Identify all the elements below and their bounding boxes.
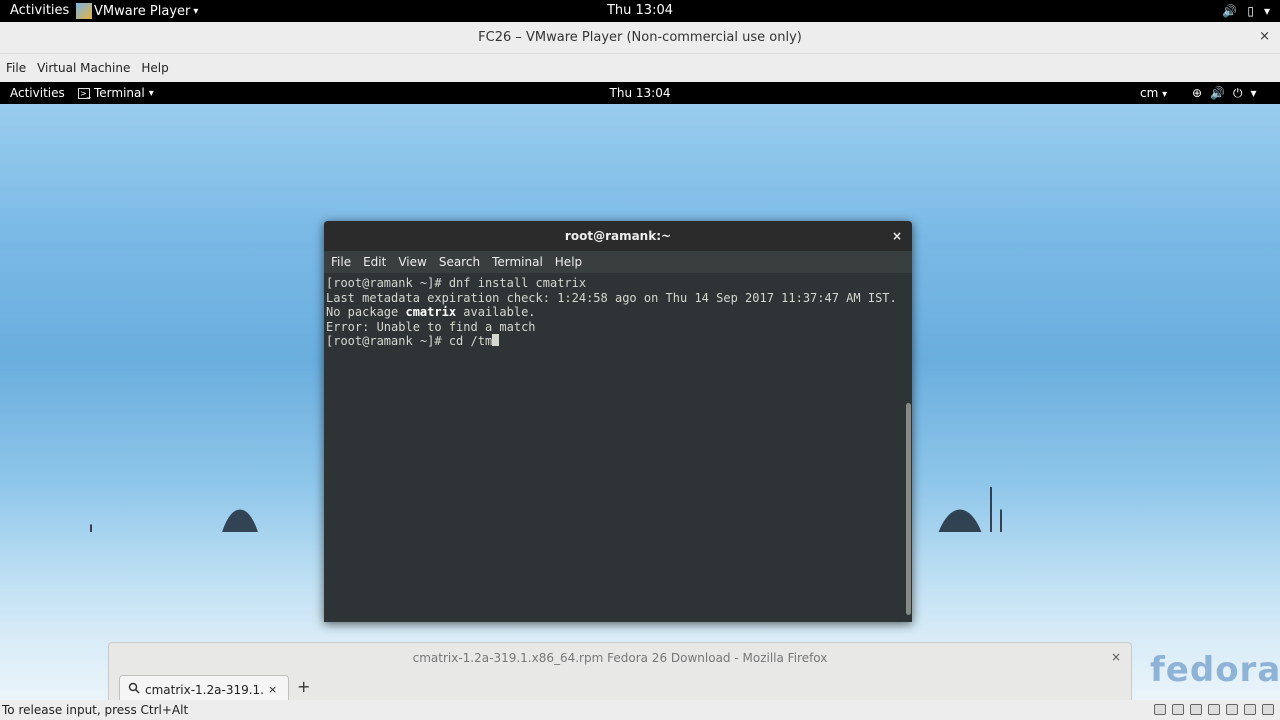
terminal-text-bold: cmatrix bbox=[405, 305, 457, 319]
vm-status-message: To release input, press Ctrl+Alt bbox=[2, 703, 189, 717]
display-icon[interactable] bbox=[1262, 704, 1274, 715]
power-icon: ⏻ bbox=[1233, 85, 1243, 100]
terminal-line: Last metadata expiration check: 1:24:58 … bbox=[326, 290, 897, 305]
fedora-logo: fedora bbox=[1150, 650, 1280, 690]
guest-input-method-label: cm bbox=[1140, 86, 1159, 100]
vm-window-titlebar: FC26 – VMware Player (Non-commercial use… bbox=[0, 22, 1280, 54]
guest-desktop[interactable]: Activities >_ Terminal ▾ Thu 13:04 cm ▾ … bbox=[0, 82, 1280, 700]
host-system-tray[interactable]: 🔊 ▯ ▾ bbox=[1222, 0, 1270, 22]
terminal-menu-file[interactable]: File bbox=[331, 255, 351, 269]
guest-input-method[interactable]: cm ▾ bbox=[1140, 86, 1167, 100]
guest-system-tray[interactable]: ⊕ 🔊 ⏻ ▾ bbox=[1192, 82, 1257, 104]
firefox-window[interactable]: cmatrix-1.2a-319.1.x86_64.rpm Fedora 26 … bbox=[108, 642, 1132, 700]
guest-topbar: Activities >_ Terminal ▾ Thu 13:04 cm ▾ … bbox=[0, 82, 1280, 104]
firefox-close-button[interactable]: × bbox=[1111, 650, 1121, 664]
terminal-text: available. bbox=[456, 305, 536, 319]
vm-menubar: File Virtual Machine Help bbox=[0, 54, 1280, 82]
vm-close-button[interactable]: × bbox=[1259, 29, 1270, 44]
terminal-scrollbar[interactable] bbox=[904, 273, 912, 622]
terminal-menu-view[interactable]: View bbox=[398, 255, 426, 269]
host-clock[interactable]: Thu 13:04 bbox=[0, 3, 1280, 18]
terminal-menubar: File Edit View Search Terminal Help bbox=[324, 251, 912, 273]
terminal-window[interactable]: root@ramank:~ × File Edit View Search Te… bbox=[324, 221, 912, 622]
terminal-close-button[interactable]: × bbox=[892, 221, 902, 251]
volume-icon: 🔊 bbox=[1210, 86, 1226, 100]
vm-menu-file[interactable]: File bbox=[6, 61, 26, 75]
vm-statusbar: To release input, press Ctrl+Alt bbox=[0, 700, 1280, 720]
terminal-menu-edit[interactable]: Edit bbox=[363, 255, 386, 269]
terminal-title: root@ramank:~ bbox=[564, 229, 672, 243]
volume-icon: 🔊 bbox=[1222, 4, 1238, 18]
terminal-line: Error: Unable to find a match bbox=[326, 319, 536, 334]
terminal-line: No package cmatrix available. bbox=[326, 305, 902, 320]
terminal-menu-terminal[interactable]: Terminal bbox=[492, 255, 543, 269]
network-icon: ⊕ bbox=[1192, 86, 1203, 100]
vm-device-icons bbox=[1154, 704, 1274, 715]
vm-menu-virtual-machine[interactable]: Virtual Machine bbox=[37, 61, 130, 75]
terminal-line: [root@ramank ~]# dnf install cmatrix bbox=[326, 276, 587, 290]
terminal-scrollbar-thumb[interactable] bbox=[906, 403, 911, 615]
battery-icon: ▯ bbox=[1247, 4, 1254, 18]
terminal-text: No package bbox=[326, 305, 406, 319]
terminal-screen[interactable]: [root@ramank ~]# dnf install cmatrix Last… bbox=[324, 273, 904, 622]
network-adapter-icon[interactable] bbox=[1190, 704, 1202, 715]
terminal-prompt-input: [root@ramank ~]# cd /tm bbox=[326, 334, 493, 348]
chevron-down-icon: ▾ bbox=[1263, 4, 1270, 18]
chevron-down-icon: ▾ bbox=[1162, 89, 1168, 100]
vm-window-title: FC26 – VMware Player (Non-commercial use… bbox=[478, 30, 802, 45]
terminal-menu-help[interactable]: Help bbox=[555, 255, 582, 269]
search-icon bbox=[128, 682, 140, 697]
terminal-titlebar[interactable]: root@ramank:~ × bbox=[324, 221, 912, 251]
chevron-down-icon: ▾ bbox=[1250, 86, 1257, 100]
sound-card-icon[interactable] bbox=[1226, 704, 1238, 715]
firefox-tab-close-button[interactable]: × bbox=[268, 683, 277, 696]
cdrom-icon[interactable] bbox=[1172, 704, 1184, 715]
vm-menu-help[interactable]: Help bbox=[141, 61, 168, 75]
usb-icon[interactable] bbox=[1208, 704, 1220, 715]
host-topbar: Activities VMware Player ▾ Thu 13:04 🔊 ▯… bbox=[0, 0, 1280, 22]
firefox-title: cmatrix-1.2a-319.1.x86_64.rpm Fedora 26 … bbox=[412, 651, 828, 665]
guest-clock[interactable]: Thu 13:04 bbox=[0, 86, 1280, 100]
terminal-cursor bbox=[492, 334, 500, 346]
harddisk-icon[interactable] bbox=[1154, 704, 1166, 715]
terminal-menu-search[interactable]: Search bbox=[439, 255, 480, 269]
terminal-line: [root@ramank ~]# cd /tm bbox=[326, 334, 902, 349]
firefox-new-tab-button[interactable]: + bbox=[297, 677, 310, 696]
firefox-tab-label: cmatrix-1.2a-319.1.x86_64.rpm bbox=[145, 682, 263, 697]
printer-icon[interactable] bbox=[1244, 704, 1256, 715]
firefox-tab[interactable]: cmatrix-1.2a-319.1.x86_64.rpm × bbox=[119, 675, 289, 700]
